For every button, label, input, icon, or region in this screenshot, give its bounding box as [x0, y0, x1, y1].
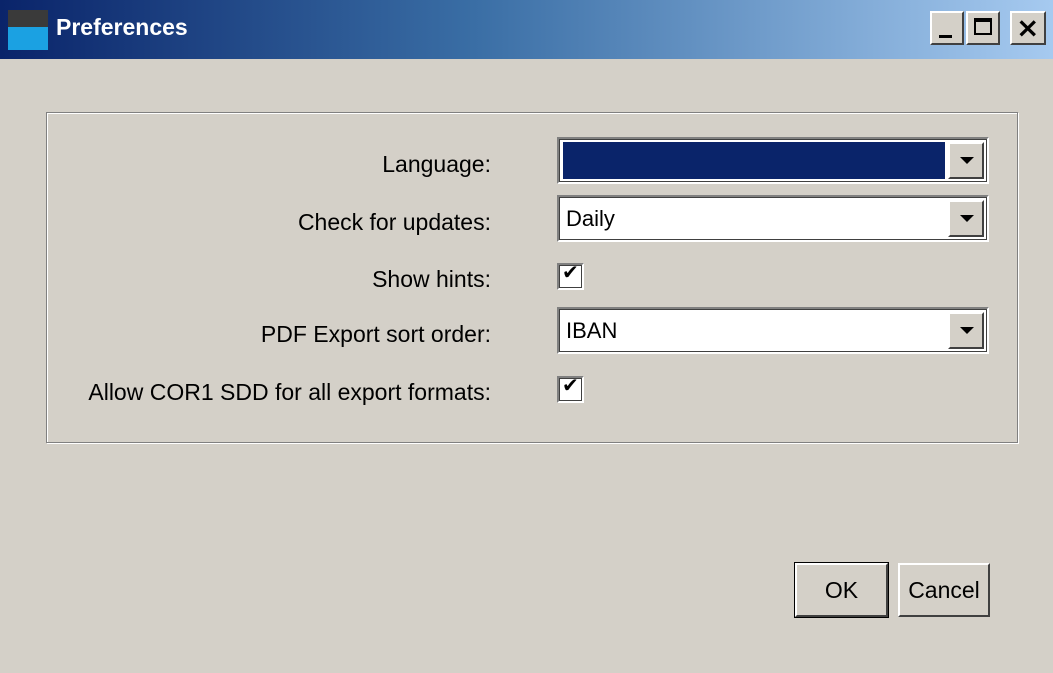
title-bar[interactable]: Preferences ×: [0, 0, 1053, 59]
chevron-down-icon: [960, 215, 974, 222]
close-icon: ×: [1016, 11, 1040, 44]
language-dropdown-button[interactable]: [948, 142, 984, 179]
updates-label: Check for updates:: [297, 209, 491, 235]
cor1-label: Allow COR1 SDD for all export formats:: [88, 379, 491, 405]
language-value: [563, 142, 945, 179]
updates-select[interactable]: Daily: [557, 195, 989, 242]
close-button[interactable]: ×: [1010, 11, 1046, 45]
pdf-sort-value: IBAN: [566, 318, 618, 343]
maximize-button[interactable]: [966, 11, 1000, 45]
pdf-sort-select[interactable]: IBAN: [557, 307, 989, 354]
hints-checkbox[interactable]: ✔: [557, 260, 584, 290]
pdf-sort-label: PDF Export sort order:: [260, 321, 491, 347]
updates-dropdown-button[interactable]: [948, 200, 984, 237]
cor1-checkbox[interactable]: ✔: [557, 373, 584, 403]
language-select[interactable]: [557, 137, 989, 184]
maximize-icon: [974, 18, 992, 35]
cancel-button[interactable]: Cancel: [898, 563, 990, 617]
language-label: Language:: [382, 151, 491, 177]
updates-value: Daily: [566, 206, 615, 231]
minimize-icon: [939, 35, 952, 38]
hints-label: Show hints:: [372, 266, 491, 292]
checkmark-icon: ✔: [562, 260, 579, 284]
minimize-button[interactable]: [930, 11, 964, 45]
app-icon[interactable]: [8, 10, 48, 50]
window-title: Preferences: [56, 14, 188, 40]
pdf-sort-dropdown-button[interactable]: [948, 312, 984, 349]
ok-button[interactable]: OK: [794, 562, 889, 618]
chevron-down-icon: [960, 157, 974, 164]
checkmark-icon: ✔: [562, 373, 579, 397]
preferences-window: Preferences × Language: Check for update…: [0, 0, 1053, 673]
preferences-panel: Language: Check for updates: Daily Show …: [46, 112, 1018, 443]
chevron-down-icon: [960, 327, 974, 334]
